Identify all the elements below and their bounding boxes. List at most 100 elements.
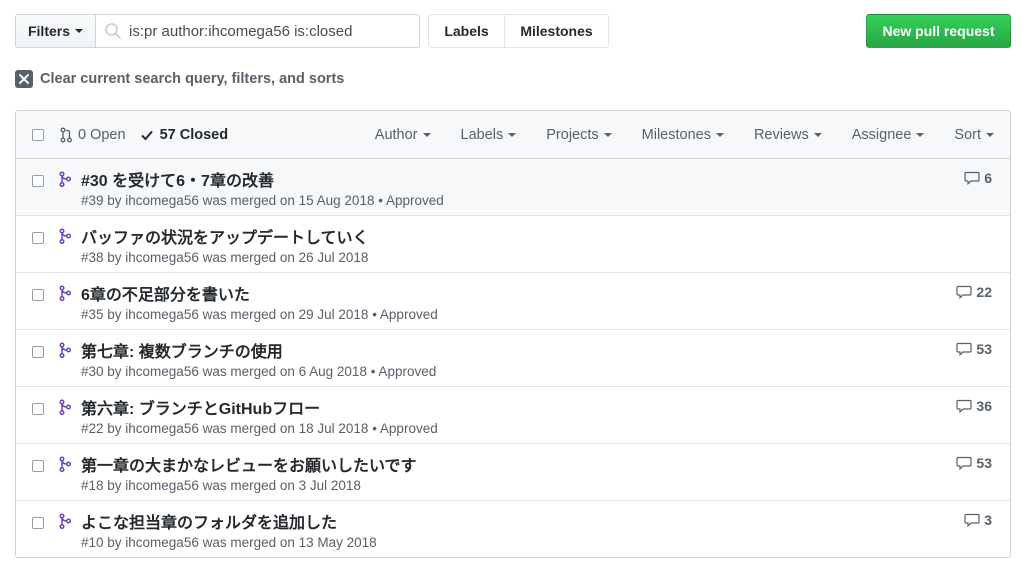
sort-dropdown[interactable]: Sort [954, 127, 994, 143]
comment-count-link[interactable]: 53 [956, 341, 992, 357]
comment-count-link[interactable]: 36 [956, 398, 992, 414]
assignee-dropdown[interactable]: Assignee [852, 127, 925, 143]
table-row[interactable]: #30 を受けて6・7章の改善 #39 by ihcomega56 was me… [16, 159, 1010, 216]
comment-count-link[interactable]: 53 [956, 455, 992, 471]
pull-request-meta: #10 by ihcomega56 was merged on 13 May 2… [81, 535, 377, 550]
new-pull-request-label: New pull request [882, 23, 995, 39]
chevron-down-icon [986, 133, 994, 137]
close-icon [15, 70, 33, 88]
table-row[interactable]: バッファの状況をアップデートしていく #38 by ihcomega56 was… [16, 216, 1010, 273]
milestones-button-label: Milestones [520, 23, 593, 39]
author-dropdown[interactable]: Author [375, 127, 431, 143]
row-checkbox[interactable] [32, 289, 44, 301]
table-row[interactable]: よこな担当章のフォルダを追加した #10 by ihcomega56 was m… [16, 501, 1010, 557]
projects-dropdown[interactable]: Projects [546, 127, 612, 143]
labels-button[interactable]: Labels [428, 14, 505, 48]
chevron-down-icon [508, 133, 517, 137]
row-checkbox[interactable] [32, 175, 44, 187]
comment-count: 22 [976, 284, 992, 300]
comment-icon [964, 513, 980, 527]
pull-request-rows: #30 を受けて6・7章の改善 #39 by ihcomega56 was me… [16, 159, 1010, 557]
author-dropdown-label: Author [374, 127, 418, 143]
list-header: 0 Open 57 Closed Author Labels Projects … [16, 111, 1010, 159]
filters-button[interactable]: Filters [15, 14, 96, 48]
chevron-down-icon [715, 133, 724, 137]
git-merge-icon [59, 342, 71, 358]
git-merge-icon [59, 513, 71, 529]
chevron-down-icon [813, 133, 822, 137]
milestones-dropdown[interactable]: Milestones [642, 127, 724, 143]
chevron-down-icon [75, 29, 83, 33]
git-merge-icon [59, 399, 71, 415]
pull-request-meta: #22 by ihcomega56 was merged on 18 Jul 2… [81, 421, 438, 436]
comment-icon [956, 399, 973, 413]
toolbar: Filters Labels Milestones New pull reque… [15, 14, 1011, 48]
comment-count: 6 [984, 170, 992, 186]
labels-dropdown-label: Labels [460, 127, 504, 143]
pull-request-title[interactable]: バッファの状況をアップデートしていく [81, 224, 369, 248]
row-checkbox[interactable] [32, 460, 44, 472]
pull-request-list: 0 Open 57 Closed Author Labels Projects … [15, 110, 1011, 558]
pull-request-meta: #35 by ihcomega56 was merged on 29 Jul 2… [81, 307, 438, 322]
comment-count: 53 [976, 455, 992, 471]
pull-request-meta: #38 by ihcomega56 was merged on 26 Jul 2… [81, 250, 369, 265]
comment-count-link[interactable]: 6 [964, 170, 992, 186]
pull-request-title[interactable]: よこな担当章のフォルダを追加した [81, 509, 337, 533]
row-checkbox[interactable] [32, 517, 44, 529]
git-merge-icon [59, 456, 71, 472]
labels-dropdown[interactable]: Labels [461, 127, 517, 143]
git-merge-icon [59, 228, 71, 244]
closed-filter-link[interactable]: 57 Closed [140, 127, 229, 143]
table-row[interactable]: 第六章: ブランチとGitHubフロー #22 by ihcomega56 wa… [16, 387, 1010, 444]
reviews-dropdown-label: Reviews [753, 127, 809, 143]
new-pull-request-button[interactable]: New pull request [866, 14, 1011, 48]
open-count-label: 0 Open [78, 127, 126, 143]
projects-dropdown-label: Projects [546, 127, 599, 143]
milestones-button[interactable]: Milestones [505, 14, 609, 48]
labels-button-label: Labels [444, 23, 489, 39]
milestones-dropdown-label: Milestones [641, 127, 711, 143]
row-checkbox[interactable] [32, 232, 44, 244]
comment-count: 53 [976, 341, 992, 357]
pull-request-title[interactable]: #30 を受けて6・7章の改善 [81, 167, 274, 191]
search-icon [105, 23, 121, 39]
row-checkbox[interactable] [32, 403, 44, 415]
check-icon [140, 130, 153, 141]
reviews-dropdown[interactable]: Reviews [754, 127, 822, 143]
git-merge-icon [59, 171, 71, 187]
clear-filters-label: Clear current search query, filters, and… [40, 71, 345, 87]
filters-label: Filters [27, 23, 70, 39]
git-merge-icon [59, 285, 71, 301]
comment-icon [956, 342, 973, 356]
state-filter: 0 Open 57 Closed [60, 111, 228, 159]
assignee-dropdown-label: Assignee [851, 127, 912, 143]
open-filter-link[interactable]: 0 Open [60, 127, 126, 143]
labels-milestones-group: Labels Milestones [428, 14, 609, 48]
pull-request-title[interactable]: 第七章: 複数ブランチの使用 [81, 338, 283, 362]
sort-dropdown-label: Sort [954, 127, 981, 143]
comment-count: 3 [984, 512, 992, 528]
comment-icon [956, 456, 973, 470]
comment-count-link[interactable]: 3 [964, 512, 992, 528]
table-row[interactable]: 第一章の大まかなレビューをお願いしたいです #18 by ihcomega56 … [16, 444, 1010, 501]
search-box[interactable] [96, 14, 420, 48]
row-checkbox[interactable] [32, 346, 44, 358]
pull-request-icon [60, 127, 72, 143]
pull-request-title[interactable]: 6章の不足部分を書いた [81, 281, 250, 305]
comment-count-link[interactable]: 22 [956, 284, 992, 300]
chevron-down-icon [603, 133, 612, 137]
pull-request-title[interactable]: 第一章の大まかなレビューをお願いしたいです [81, 452, 417, 476]
filter-dropdowns: Author Labels Projects Milestones Review… [375, 111, 1010, 159]
clear-filters-link[interactable]: Clear current search query, filters, and… [15, 68, 344, 90]
chevron-down-icon [916, 133, 925, 137]
table-row[interactable]: 6章の不足部分を書いた #35 by ihcomega56 was merged… [16, 273, 1010, 330]
chevron-down-icon [422, 133, 431, 137]
pull-request-meta: #30 by ihcomega56 was merged on 6 Aug 20… [81, 364, 437, 379]
search-input[interactable] [129, 22, 409, 40]
select-all-checkbox[interactable] [32, 129, 44, 141]
pull-request-title[interactable]: 第六章: ブランチとGitHubフロー [81, 395, 320, 419]
closed-count-label: 57 Closed [159, 127, 229, 143]
comment-count: 36 [976, 398, 992, 414]
comment-icon [956, 285, 973, 299]
table-row[interactable]: 第七章: 複数ブランチの使用 #30 by ihcomega56 was mer… [16, 330, 1010, 387]
